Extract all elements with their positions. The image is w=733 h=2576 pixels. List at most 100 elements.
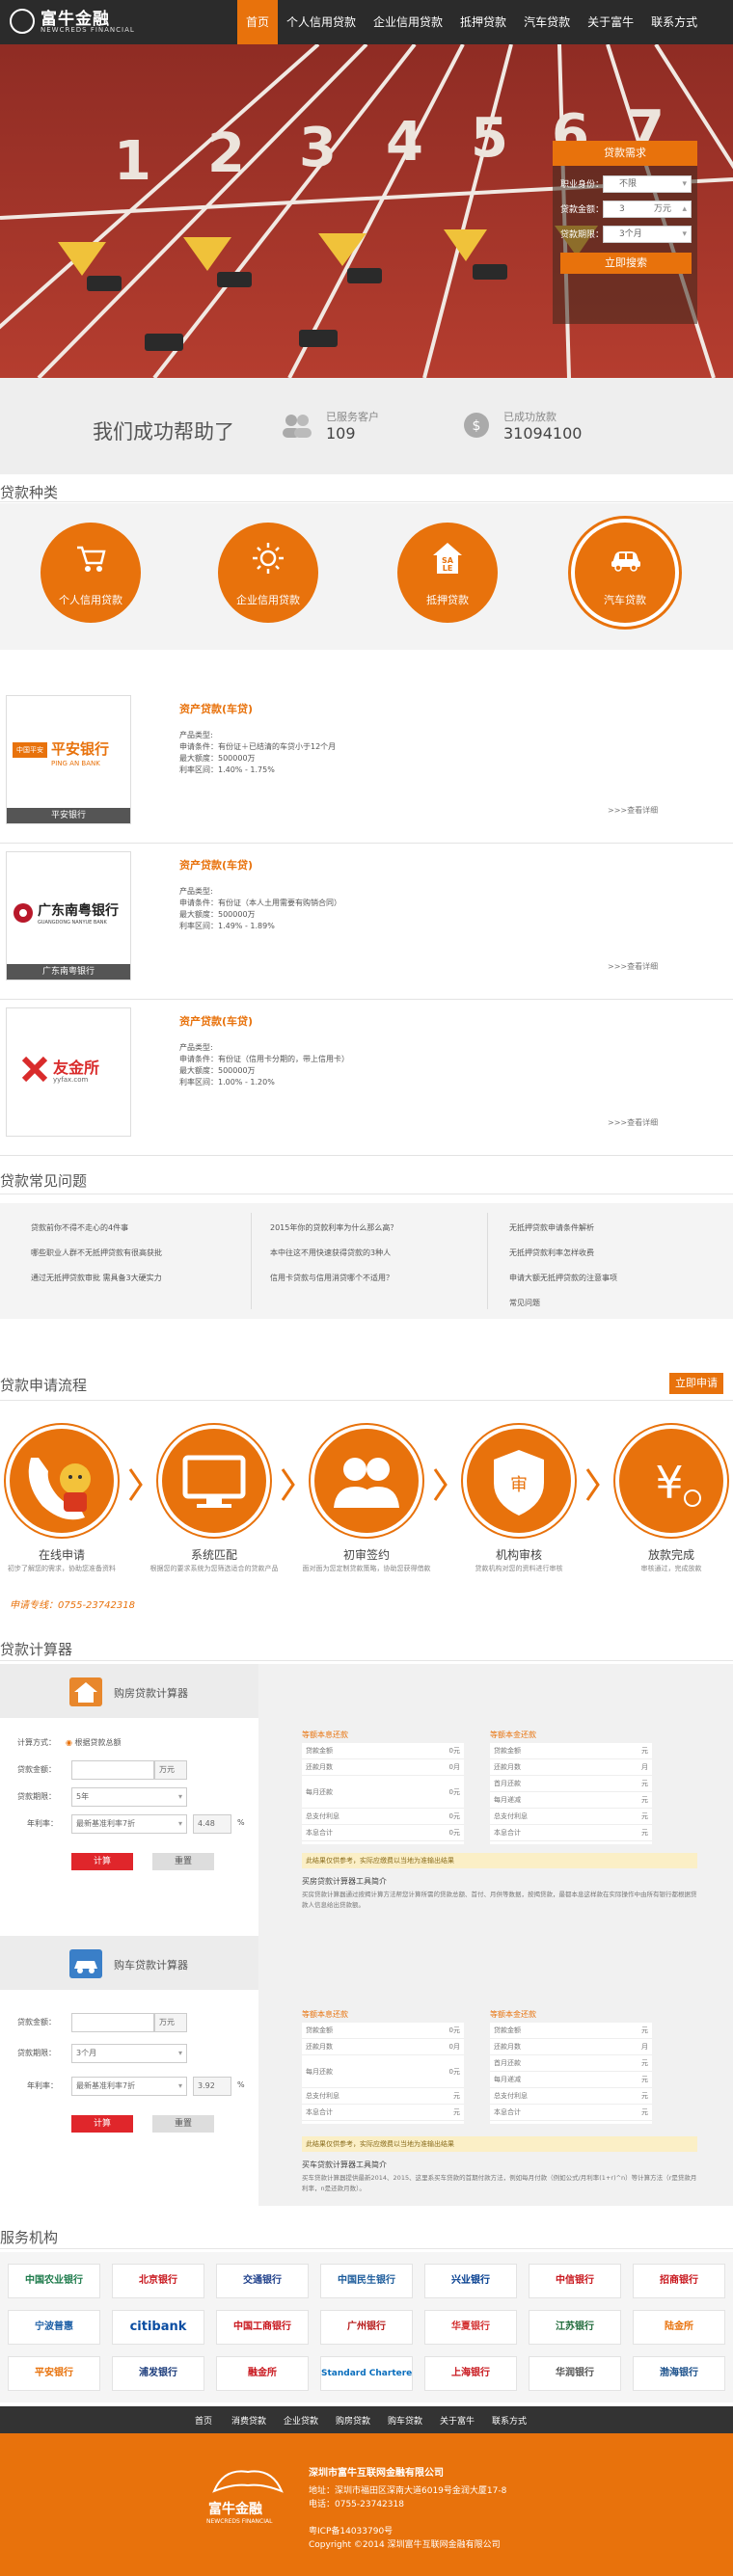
bank-logo[interactable]: 平安银行 xyxy=(8,2356,100,2391)
faq-item[interactable]: 无抵押贷款利率怎样收费 xyxy=(509,1248,594,1258)
product-title[interactable]: 资产贷款(车贷) xyxy=(179,857,253,872)
faq-item[interactable]: 通过无抵押贷款审批 需具备3大硬实力 xyxy=(31,1273,162,1283)
faq-item[interactable]: 贷款前你不得不走心的4件事 xyxy=(31,1222,128,1233)
loan-amount-input[interactable] xyxy=(71,2013,154,2032)
bank-logo[interactable]: 交通银行 xyxy=(216,2264,309,2298)
bank-logo[interactable]: 渤海银行 xyxy=(633,2356,725,2391)
nav-car-loan[interactable]: 汽车贷款 xyxy=(515,0,579,44)
bank-logo[interactable]: 浦发银行 xyxy=(112,2356,204,2391)
footer-link-contact[interactable]: 联系方式 xyxy=(492,2414,527,2427)
car-icon xyxy=(611,551,640,572)
footer-link-car[interactable]: 购车贷款 xyxy=(388,2414,422,2427)
lane-number-5: 5 xyxy=(471,107,508,170)
bank-logo[interactable]: 华润银行 xyxy=(529,2356,621,2391)
faq-item[interactable]: 信用卡贷款与信用消贷哪个不适用？ xyxy=(270,1273,394,1283)
bank-logo[interactable]: 中国农业银行 xyxy=(8,2264,100,2298)
car-calc-icon xyxy=(69,1949,102,1978)
reset-button[interactable]: 重置 xyxy=(152,1853,214,1870)
product-title[interactable]: 资产贷款(车贷) xyxy=(179,701,253,716)
product-line: 产品类型: xyxy=(179,731,213,739)
nav-business-loan[interactable]: 企业信用贷款 xyxy=(365,0,451,44)
bank-logo[interactable]: 宁波普惠 xyxy=(8,2310,100,2345)
nav-about[interactable]: 关于富牛 xyxy=(579,0,642,44)
calculate-button[interactable]: 计算 xyxy=(71,2115,133,2133)
occupation-value[interactable]: 不限 ▾ xyxy=(603,175,692,193)
stepper-icon[interactable]: ▴ xyxy=(682,201,687,217)
loan-term-select[interactable]: 3个月 ▾ xyxy=(71,2044,187,2063)
footer-nav: 首页 消费贷款 企业贷款 购房贷款 购车贷款 关于富牛 联系方式 xyxy=(0,2406,733,2433)
footer-link-home[interactable]: 首页 xyxy=(195,2414,212,2427)
nav-home[interactable]: 首页 xyxy=(237,0,279,44)
rate-input[interactable]: 4.48 xyxy=(193,1814,231,1834)
bank-logo-box[interactable]: 广东南粤银行 GUANGDONG NANYUE BANK 广东南粤银行 xyxy=(6,851,131,980)
bank-logo[interactable]: Standard Chartered xyxy=(320,2356,413,2391)
rate-type-select[interactable]: 最新基准利率7折 ▾ xyxy=(71,1814,187,1834)
faq-item[interactable]: 申请大额无抵押贷款的注意事项 xyxy=(509,1273,617,1283)
faq-item[interactable]: 哪些职业人群不无抵押贷款有很高获批 xyxy=(31,1248,162,1258)
bank-logo[interactable]: 江苏银行 xyxy=(529,2310,621,2345)
bank-logo[interactable]: 中信银行 xyxy=(529,2264,621,2298)
type-mortgage[interactable]: SA LE 抵押贷款 xyxy=(397,523,498,623)
apply-now-button[interactable]: 立即申请 xyxy=(669,1373,723,1394)
bank-logo-box[interactable]: 友金所 yyfax.com xyxy=(6,1007,131,1137)
result-table-right: 贷款金额元 还款月数月 首月还款元 每月递减元 总支付利息元 本息合计元 xyxy=(490,2023,652,2124)
bank-logo[interactable]: 招商银行 xyxy=(633,2264,725,2298)
loan-amount-input[interactable] xyxy=(71,1760,154,1780)
bank-logo[interactable]: 中国工商银行 xyxy=(216,2310,309,2345)
view-details-link[interactable]: >>>查看详细 xyxy=(608,1117,658,1128)
type-label: 抵押贷款 xyxy=(426,594,469,606)
nav-contact[interactable]: 联系方式 xyxy=(642,0,706,44)
type-business-credit[interactable]: 企业信用贷款 xyxy=(218,523,318,623)
amount-input[interactable]: 3 万元 ▴ xyxy=(603,201,692,218)
amount-unit: 万元 xyxy=(653,204,671,214)
type-car-loan[interactable]: 汽车贷款 xyxy=(575,523,675,623)
footer-link-house[interactable]: 购房贷款 xyxy=(336,2414,370,2427)
bank-logo-box[interactable]: 中国平安 平安银行 PING AN BANK 平安银行 xyxy=(6,695,131,824)
rate-input[interactable]: 3.92 xyxy=(193,2077,231,2096)
search-button[interactable]: 立即搜索 xyxy=(560,253,692,274)
lane-number-2: 2 xyxy=(207,122,245,185)
bank-logo[interactable]: 兴业银行 xyxy=(424,2264,517,2298)
site-logo[interactable]: 富牛金融 NEWCREDS FINANCIAL xyxy=(10,5,164,40)
arrow-right-icon xyxy=(585,1468,600,1501)
bank-logo[interactable]: 陆金所 xyxy=(633,2310,725,2345)
chevron-down-icon: ▾ xyxy=(682,229,687,239)
bank-logo[interactable]: 上海银行 xyxy=(424,2356,517,2391)
step-desc: 审核通过，完成放款 xyxy=(640,1565,702,1572)
occupation-select[interactable]: 职业身份： 不限 ▾ xyxy=(560,175,692,193)
product-line: 最大额度：500000万 xyxy=(179,1066,256,1075)
rate-type-select[interactable]: 最新基准利率7折 ▾ xyxy=(71,2077,187,2096)
loan-term-select[interactable]: 5年 ▾ xyxy=(71,1787,187,1807)
footer-link-consumer[interactable]: 消费贷款 xyxy=(231,2414,266,2427)
calculate-button[interactable]: 计算 xyxy=(71,1853,133,1870)
reset-button[interactable]: 重置 xyxy=(152,2115,214,2133)
footer-logo: 富牛金融 NEWCREDS FINANCIAL xyxy=(204,2462,291,2530)
view-details-link[interactable]: >>>查看详细 xyxy=(608,961,658,972)
yyfax-logo-icon xyxy=(21,1056,48,1083)
term-value[interactable]: 3个月 ▾ xyxy=(603,226,692,243)
nav-personal-loan[interactable]: 个人信用贷款 xyxy=(278,0,365,44)
term-select[interactable]: 贷款期限： 3个月 ▾ xyxy=(560,226,692,243)
bank-logo[interactable]: 北京银行 xyxy=(112,2264,204,2298)
faq-item[interactable]: 无抵押贷款申请条件解析 xyxy=(509,1222,594,1233)
nav-mortgage[interactable]: 抵押贷款 xyxy=(451,0,515,44)
footer-link-about[interactable]: 关于富牛 xyxy=(440,2414,475,2427)
bank-logo[interactable]: 广州银行 xyxy=(320,2310,413,2345)
faq-item[interactable]: 常见问题 xyxy=(509,1298,540,1308)
view-details-link[interactable]: >>>查看详细 xyxy=(608,805,658,816)
quick-search-title: 贷款需求 xyxy=(553,141,697,166)
footer-link-business[interactable]: 企业贷款 xyxy=(284,2414,318,2427)
method-radio[interactable]: ◉ 根据贷款总额 xyxy=(66,1737,122,1748)
faq-item[interactable]: 本中往这不用快速获得贷款的3种人 xyxy=(270,1248,391,1258)
bank-logo[interactable]: 融金所 xyxy=(216,2356,309,2391)
phone-mascot-icon xyxy=(28,1458,91,1520)
faq-item[interactable]: 2015年你的贷款利率为什么那么高？ xyxy=(270,1222,397,1233)
bank-logo[interactable]: citibank xyxy=(112,2310,204,2345)
bank-logo[interactable]: 中国民生银行 xyxy=(320,2264,413,2298)
step-desc: 面对面为您定制贷款策略，协助您获得借款 xyxy=(302,1565,431,1572)
type-personal-credit[interactable]: 个人信用贷款 xyxy=(41,523,141,623)
amount-input-row[interactable]: 贷款金额： 3 万元 ▴ xyxy=(560,201,692,218)
bank-logo[interactable]: 华夏银行 xyxy=(424,2310,517,2345)
product-title[interactable]: 资产贷款(车贷) xyxy=(179,1013,253,1029)
term-text: 3个月 xyxy=(619,229,642,239)
